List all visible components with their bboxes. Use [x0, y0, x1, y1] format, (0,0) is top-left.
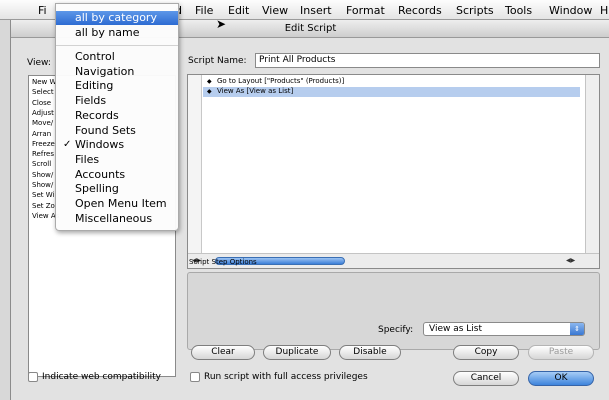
view-filter-dropdown: all by category all by name Control Navig… [55, 3, 226, 231]
menu-edit[interactable]: Edit [228, 4, 249, 17]
menu-item-all-by-category[interactable]: all by category [56, 11, 178, 25]
web-compatibility-checkbox[interactable] [28, 372, 38, 382]
menu-item-found-sets[interactable]: Found Sets [56, 124, 178, 138]
menu-item-open-menu-item[interactable]: Open Menu Item [56, 197, 178, 211]
menu-view[interactable]: View [262, 4, 288, 17]
menu-scripts[interactable]: Scripts [456, 4, 494, 17]
script-name-label: Script Name: [188, 56, 247, 66]
mouse-pointer-icon: ➤ [216, 17, 227, 31]
script-step-options-group [187, 272, 600, 350]
specify-popup[interactable]: View as List ⇕ [423, 322, 585, 336]
menu-records[interactable]: Records [398, 4, 442, 17]
clear-button[interactable]: Clear [191, 345, 255, 360]
menu-item-control[interactable]: Control [56, 50, 178, 64]
menu-tools[interactable]: Tools [505, 4, 532, 17]
menu-insert[interactable]: Insert [300, 4, 332, 17]
menu-separator [56, 45, 178, 46]
menu-item-navigation[interactable]: Navigation [56, 65, 178, 79]
ok-button[interactable]: OK [528, 371, 594, 386]
duplicate-button[interactable]: Duplicate [263, 345, 331, 360]
web-compatibility-label: Indicate web compatibility [42, 372, 161, 382]
scroll-right-arrow-icon[interactable]: ◀▶ [566, 257, 575, 264]
menu-item-records[interactable]: Records [56, 109, 178, 123]
menu-item-all-by-name[interactable]: all by name [56, 26, 178, 40]
copy-button[interactable]: Copy [453, 345, 519, 360]
cancel-button[interactable]: Cancel [453, 371, 519, 386]
menu-file-partial[interactable]: Fi [38, 4, 47, 17]
step-diamond-icon: ◆ [207, 78, 212, 85]
script-steps-area[interactable]: ◆ Go to Layout ["Products" (Products)] ◆ V… [187, 74, 600, 269]
menu-item-spelling[interactable]: Spelling [56, 182, 178, 196]
checkmark-icon: ✓ [63, 139, 72, 151]
step-diamond-icon: ◆ [207, 88, 212, 95]
menu-item-windows[interactable]: ✓ Windows [56, 138, 178, 152]
popup-arrows-icon: ⇕ [570, 323, 584, 335]
options-title: Script Step Options [189, 258, 257, 266]
script-name-input[interactable]: Print All Products [255, 53, 600, 68]
full-access-checkbox[interactable] [190, 372, 200, 382]
menu-item-editing[interactable]: Editing [56, 79, 178, 93]
menu-item-fields[interactable]: Fields [56, 94, 178, 108]
view-label: View: [27, 58, 51, 68]
menu-item-accounts[interactable]: Accounts [56, 168, 178, 182]
menu-file[interactable]: File [195, 4, 213, 17]
vertical-scrollbar[interactable] [585, 75, 599, 253]
specify-label: Specify: [378, 325, 414, 335]
menu-item-files[interactable]: Files [56, 153, 178, 167]
paste-button[interactable]: Paste [528, 345, 594, 360]
menu-format[interactable]: Format [346, 4, 385, 17]
full-access-label: Run script with full access privileges [204, 372, 368, 382]
menu-window[interactable]: Window [549, 4, 592, 17]
menu-help-partial[interactable]: H [600, 4, 608, 17]
menu-item-miscellaneous[interactable]: Miscellaneous [56, 212, 178, 226]
script-step-row[interactable]: ◆ Go to Layout ["Products" (Products)] [203, 77, 580, 87]
steps-gutter [188, 75, 202, 253]
script-step-row-selected[interactable]: ◆ View As [View as List] [203, 87, 580, 97]
disable-button[interactable]: Disable [339, 345, 401, 360]
